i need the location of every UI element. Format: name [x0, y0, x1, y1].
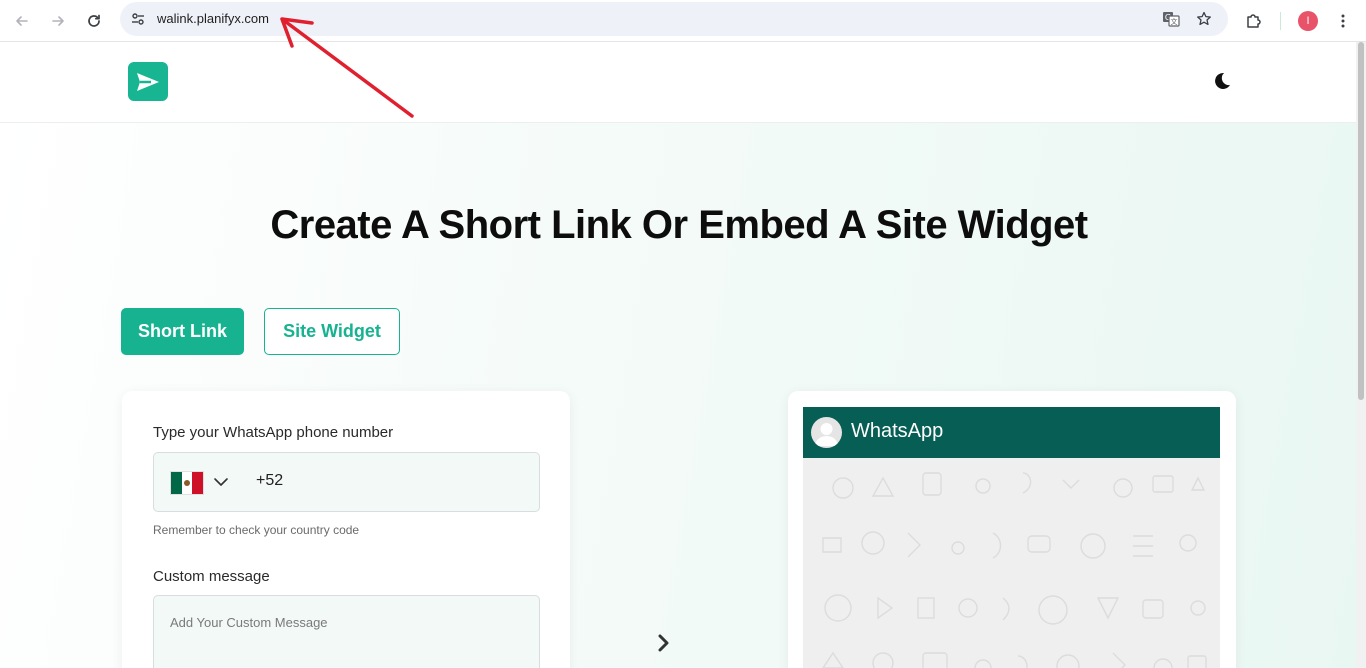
- arrow-left-icon: [16, 16, 28, 26]
- message-placeholder: Add Your Custom Message: [170, 615, 328, 630]
- browser-toolbar: walink.planifyx.com G 文 I: [0, 0, 1366, 42]
- whatsapp-title: WhatsApp: [851, 420, 944, 442]
- country-code-hint: Remember to check your country code: [153, 523, 360, 537]
- link-form-card: Type your WhatsApp phone number +52 Reme…: [122, 391, 570, 668]
- back-button[interactable]: [7, 6, 37, 36]
- moon-icon[interactable]: [1210, 70, 1232, 92]
- user-icon: [815, 423, 838, 446]
- bookmark-star-icon[interactable]: [1194, 9, 1214, 29]
- paper-plane-icon: [137, 72, 159, 91]
- page-content: Create A Short Link Or Embed A Site Widg…: [0, 42, 1356, 668]
- url-text[interactable]: walink.planifyx.com: [157, 11, 269, 26]
- tab-site-widget[interactable]: Site Widget: [264, 308, 400, 355]
- avatar: I: [1298, 11, 1318, 31]
- reload-button[interactable]: [79, 6, 109, 36]
- chevron-down-icon[interactable]: [212, 473, 230, 491]
- page-title: Create A Short Link Or Embed A Site Widg…: [270, 203, 1088, 247]
- scrollbar-thumb[interactable]: [1358, 42, 1364, 400]
- site-logo[interactable]: [128, 62, 168, 101]
- hero-section: Create A Short Link Or Embed A Site Widg…: [0, 123, 1356, 668]
- forward-button[interactable]: [43, 6, 73, 36]
- phone-input[interactable]: +52: [256, 472, 283, 490]
- arrow-right-icon: [52, 16, 64, 26]
- kebab-menu-icon: [1341, 14, 1345, 28]
- chat-background: [803, 458, 1220, 668]
- tab-short-link[interactable]: Short Link: [121, 308, 244, 355]
- toolbar-divider: [1280, 12, 1281, 30]
- svg-text:文: 文: [1171, 17, 1178, 26]
- avatar: [811, 417, 842, 448]
- phone-input-group[interactable]: +52: [153, 452, 540, 512]
- annotation-arrow-icon: [280, 17, 414, 118]
- browser-menu-button[interactable]: [1328, 6, 1358, 36]
- site-header: [0, 42, 1356, 123]
- whatsapp-preview-card: WhatsApp: [788, 391, 1236, 668]
- custom-message-field[interactable]: Add Your Custom Message: [153, 595, 540, 668]
- site-info-icon[interactable]: [130, 11, 146, 27]
- reload-icon: [88, 14, 100, 27]
- extensions-button[interactable]: [1239, 6, 1269, 36]
- chevron-right-icon: [658, 634, 669, 652]
- doodle-pattern: [822, 472, 1207, 668]
- phone-label: Type your WhatsApp phone number: [153, 424, 394, 441]
- puzzle-icon: [1247, 14, 1261, 28]
- profile-button[interactable]: I: [1293, 6, 1323, 36]
- whatsapp-header: WhatsApp: [803, 407, 1220, 458]
- mexico-flag-icon[interactable]: [170, 471, 204, 495]
- translate-icon[interactable]: G 文: [1161, 9, 1181, 29]
- message-label: Custom message: [153, 568, 270, 585]
